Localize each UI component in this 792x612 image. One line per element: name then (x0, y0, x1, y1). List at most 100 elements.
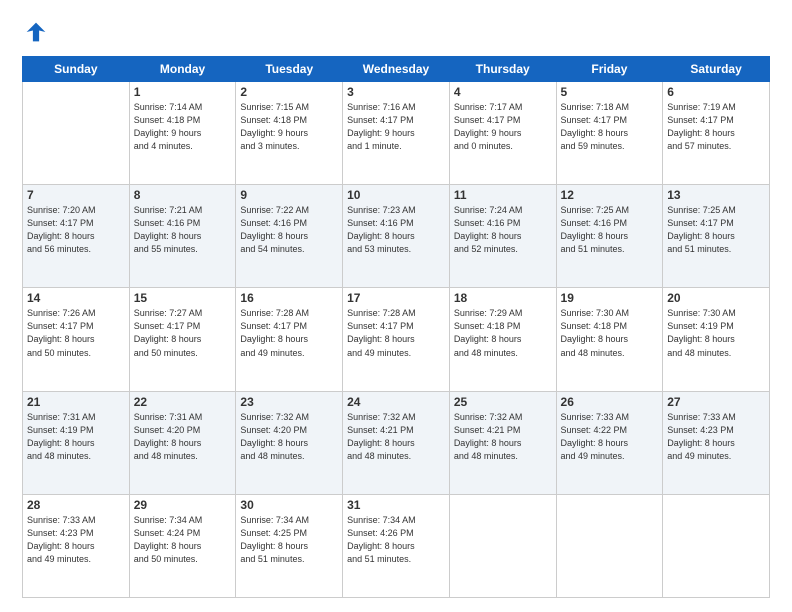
day-number: 23 (240, 395, 338, 409)
day-info: Sunrise: 7:30 AMSunset: 4:18 PMDaylight:… (561, 307, 659, 359)
day-info: Sunrise: 7:32 AMSunset: 4:20 PMDaylight:… (240, 411, 338, 463)
day-number: 16 (240, 291, 338, 305)
day-number: 12 (561, 188, 659, 202)
day-info: Sunrise: 7:26 AMSunset: 4:17 PMDaylight:… (27, 307, 125, 359)
day-info: Sunrise: 7:28 AMSunset: 4:17 PMDaylight:… (240, 307, 338, 359)
calendar-cell: 8Sunrise: 7:21 AMSunset: 4:16 PMDaylight… (129, 185, 236, 288)
day-number: 14 (27, 291, 125, 305)
day-number: 29 (134, 498, 232, 512)
calendar-cell: 25 Sunrise: 7:32 AMSunset: 4:21 PMDayligh… (449, 391, 556, 494)
calendar-cell: 11 Sunrise: 7:24 AMSunset: 4:16 PMDayligh… (449, 185, 556, 288)
page: SundayMondayTuesdayWednesdayThursdayFrid… (0, 0, 792, 612)
calendar-cell: 19 Sunrise: 7:30 AMSunset: 4:18 PMDayligh… (556, 288, 663, 391)
calendar-cell (23, 82, 130, 185)
day-number: 19 (561, 291, 659, 305)
calendar-cell: 31 Sunrise: 7:34 AMSunset: 4:26 PMDayligh… (343, 494, 450, 597)
day-info: Sunrise: 7:14 AMSunset: 4:18 PMDaylight:… (134, 101, 232, 153)
day-number: 2 (240, 85, 338, 99)
day-info: Sunrise: 7:27 AMSunset: 4:17 PMDaylight:… (134, 307, 232, 359)
calendar-cell: 18 Sunrise: 7:29 AMSunset: 4:18 PMDayligh… (449, 288, 556, 391)
calendar-cell: 26 Sunrise: 7:33 AMSunset: 4:22 PMDayligh… (556, 391, 663, 494)
day-number: 3 (347, 85, 445, 99)
day-info: Sunrise: 7:24 AMSunset: 4:16 PMDaylight:… (454, 204, 552, 256)
calendar-cell: 4 Sunrise: 7:17 AMSunset: 4:17 PMDaylight… (449, 82, 556, 185)
day-info: Sunrise: 7:23 AMSunset: 4:16 PMDaylight:… (347, 204, 445, 256)
day-info: Sunrise: 7:22 AMSunset: 4:16 PMDaylight:… (240, 204, 338, 256)
calendar-cell: 7Sunrise: 7:20 AMSunset: 4:17 PMDaylight… (23, 185, 130, 288)
day-number: 26 (561, 395, 659, 409)
day-number: 13 (667, 188, 765, 202)
day-number: 9 (240, 188, 338, 202)
calendar-cell: 3Sunrise: 7:16 AMSunset: 4:17 PMDaylight… (343, 82, 450, 185)
day-number: 30 (240, 498, 338, 512)
day-number: 17 (347, 291, 445, 305)
day-info: Sunrise: 7:32 AMSunset: 4:21 PMDaylight:… (454, 411, 552, 463)
calendar-cell: 10 Sunrise: 7:23 AMSunset: 4:16 PMDayligh… (343, 185, 450, 288)
day-number: 7 (27, 188, 125, 202)
calendar-week-row: 7Sunrise: 7:20 AMSunset: 4:17 PMDaylight… (23, 185, 770, 288)
day-info: Sunrise: 7:31 AMSunset: 4:20 PMDaylight:… (134, 411, 232, 463)
day-info: Sunrise: 7:34 AMSunset: 4:25 PMDaylight:… (240, 514, 338, 566)
day-number: 4 (454, 85, 552, 99)
day-info: Sunrise: 7:18 AMSunset: 4:17 PMDaylight:… (561, 101, 659, 153)
day-info: Sunrise: 7:25 AMSunset: 4:16 PMDaylight:… (561, 204, 659, 256)
column-header-tuesday: Tuesday (236, 57, 343, 82)
day-info: Sunrise: 7:34 AMSunset: 4:24 PMDaylight:… (134, 514, 232, 566)
day-info: Sunrise: 7:34 AMSunset: 4:26 PMDaylight:… (347, 514, 445, 566)
column-header-sunday: Sunday (23, 57, 130, 82)
column-header-saturday: Saturday (663, 57, 770, 82)
calendar-cell (663, 494, 770, 597)
calendar-header-row: SundayMondayTuesdayWednesdayThursdayFrid… (23, 57, 770, 82)
day-number: 28 (27, 498, 125, 512)
calendar-cell: 24 Sunrise: 7:32 AMSunset: 4:21 PMDayligh… (343, 391, 450, 494)
day-number: 31 (347, 498, 445, 512)
day-number: 18 (454, 291, 552, 305)
day-number: 25 (454, 395, 552, 409)
calendar-cell: 28Sunrise: 7:33 AMSunset: 4:23 PMDayligh… (23, 494, 130, 597)
calendar-cell: 27 Sunrise: 7:33 AMSunset: 4:23 PMDayligh… (663, 391, 770, 494)
calendar-cell: 29 Sunrise: 7:34 AMSunset: 4:24 PMDayligh… (129, 494, 236, 597)
calendar-cell: 20Sunrise: 7:30 AMSunset: 4:19 PMDayligh… (663, 288, 770, 391)
day-info: Sunrise: 7:33 AMSunset: 4:23 PMDaylight:… (667, 411, 765, 463)
day-info: Sunrise: 7:25 AMSunset: 4:17 PMDaylight:… (667, 204, 765, 256)
calendar-cell: 21Sunrise: 7:31 AMSunset: 4:19 PMDayligh… (23, 391, 130, 494)
logo-icon (22, 18, 50, 46)
calendar-cell: 15 Sunrise: 7:27 AMSunset: 4:17 PMDayligh… (129, 288, 236, 391)
day-number: 24 (347, 395, 445, 409)
calendar-week-row: 28Sunrise: 7:33 AMSunset: 4:23 PMDayligh… (23, 494, 770, 597)
calendar-week-row: 1 Sunrise: 7:14 AMSunset: 4:18 PMDaylight… (23, 82, 770, 185)
calendar-cell: 12 Sunrise: 7:25 AMSunset: 4:16 PMDayligh… (556, 185, 663, 288)
day-number: 22 (134, 395, 232, 409)
calendar-cell: 9 Sunrise: 7:22 AMSunset: 4:16 PMDaylight… (236, 185, 343, 288)
day-info: Sunrise: 7:33 AMSunset: 4:22 PMDaylight:… (561, 411, 659, 463)
calendar-cell (556, 494, 663, 597)
column-header-thursday: Thursday (449, 57, 556, 82)
logo (22, 18, 54, 46)
day-info: Sunrise: 7:31 AMSunset: 4:19 PMDaylight:… (27, 411, 125, 463)
day-info: Sunrise: 7:29 AMSunset: 4:18 PMDaylight:… (454, 307, 552, 359)
calendar-cell: 23 Sunrise: 7:32 AMSunset: 4:20 PMDayligh… (236, 391, 343, 494)
day-info: Sunrise: 7:28 AMSunset: 4:17 PMDaylight:… (347, 307, 445, 359)
day-number: 27 (667, 395, 765, 409)
calendar-cell (449, 494, 556, 597)
day-info: Sunrise: 7:17 AMSunset: 4:17 PMDaylight:… (454, 101, 552, 153)
calendar-week-row: 21Sunrise: 7:31 AMSunset: 4:19 PMDayligh… (23, 391, 770, 494)
calendar-cell: 17 Sunrise: 7:28 AMSunset: 4:17 PMDayligh… (343, 288, 450, 391)
calendar-cell: 1 Sunrise: 7:14 AMSunset: 4:18 PMDaylight… (129, 82, 236, 185)
day-number: 15 (134, 291, 232, 305)
day-number: 11 (454, 188, 552, 202)
calendar-cell: 30 Sunrise: 7:34 AMSunset: 4:25 PMDayligh… (236, 494, 343, 597)
calendar-cell: 13 Sunrise: 7:25 AMSunset: 4:17 PMDayligh… (663, 185, 770, 288)
day-info: Sunrise: 7:21 AMSunset: 4:16 PMDaylight:… (134, 204, 232, 256)
column-header-monday: Monday (129, 57, 236, 82)
calendar-cell: 22 Sunrise: 7:31 AMSunset: 4:20 PMDayligh… (129, 391, 236, 494)
day-info: Sunrise: 7:15 AMSunset: 4:18 PMDaylight:… (240, 101, 338, 153)
day-number: 20 (667, 291, 765, 305)
day-info: Sunrise: 7:32 AMSunset: 4:21 PMDaylight:… (347, 411, 445, 463)
column-header-friday: Friday (556, 57, 663, 82)
column-header-wednesday: Wednesday (343, 57, 450, 82)
day-number: 5 (561, 85, 659, 99)
day-number: 1 (134, 85, 232, 99)
calendar-week-row: 14 Sunrise: 7:26 AMSunset: 4:17 PMDayligh… (23, 288, 770, 391)
day-number: 10 (347, 188, 445, 202)
